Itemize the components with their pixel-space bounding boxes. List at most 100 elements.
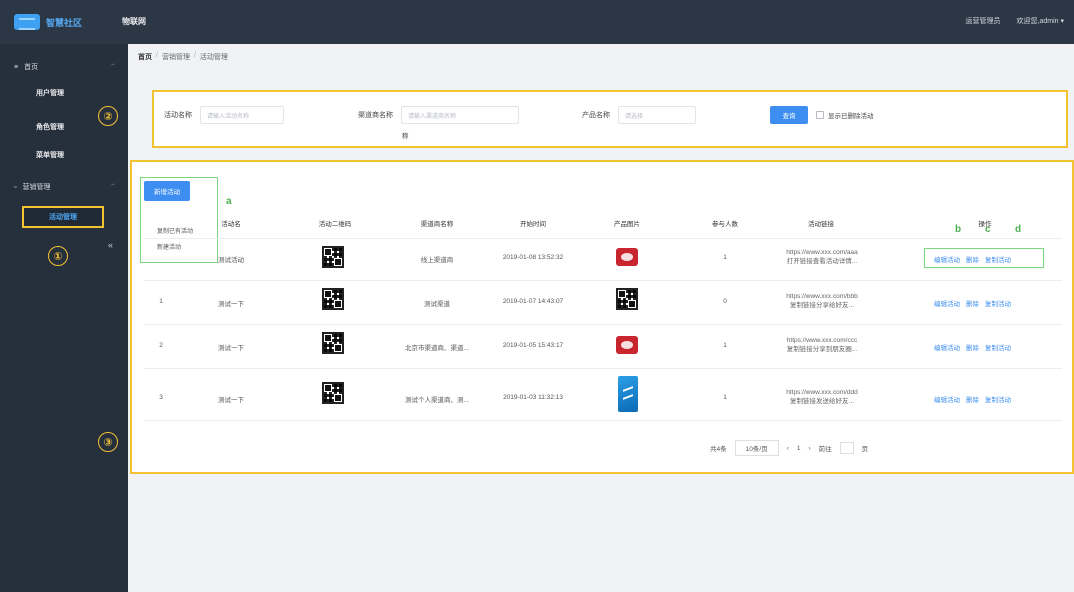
annotation-a: a xyxy=(226,196,232,207)
qr-code-image[interactable] xyxy=(322,332,344,354)
link-url[interactable]: https://www.xxx.com/bbb xyxy=(772,292,872,301)
collapse-sidebar-icon[interactable]: « xyxy=(108,240,113,250)
channel-name-field: 渠道商名称 请输入渠道商名称 xyxy=(358,106,519,124)
sidebar-group-marketing[interactable]: ▫ 营销管理 ˆ xyxy=(14,182,114,192)
module-title: 物联网 xyxy=(122,17,146,26)
link-url[interactable]: https://www.xxx.com/ddd xyxy=(772,388,872,397)
user-menu[interactable]: 欢迎您,admin ▾ xyxy=(1017,16,1064,26)
cell-link[interactable]: https://www.xxx.com/bbb 复制链接分享给好友... xyxy=(772,292,872,310)
breadcrumb: 首页 / 营销管理 / 活动管理 xyxy=(138,52,228,62)
link-url[interactable]: https://www.xxx.com/aaa xyxy=(772,248,872,257)
field-label: 活动名称 xyxy=(164,112,192,119)
next-page-button[interactable]: › xyxy=(808,445,810,452)
column-header-link: 活动链接 xyxy=(808,221,834,228)
sidebar-group-label: 营销管理 xyxy=(22,184,51,191)
link-desc: 复制链接分享给好友... xyxy=(790,302,854,309)
edit-activity-link[interactable]: 编辑活动 xyxy=(934,394,960,404)
copy-activity-link[interactable]: 复制活动 xyxy=(985,298,1011,308)
sidebar-item-users[interactable]: 用户管理 xyxy=(36,88,64,98)
show-deleted-toggle[interactable]: 显示已删除活动 xyxy=(816,110,874,120)
grid-icon: ▫ xyxy=(14,183,17,191)
qr-code-image[interactable] xyxy=(322,288,344,310)
copy-activity-link[interactable]: 复制活动 xyxy=(985,342,1011,352)
cell-link[interactable]: https://www.xxx.com/aaa 打开链接查看活动详情... xyxy=(772,248,872,266)
cell-link[interactable]: https://www.xxx.com/ccc 复制链接分享到朋友圈... xyxy=(772,336,872,354)
edit-activity-link[interactable]: 编辑活动 xyxy=(934,298,960,308)
breadcrumb-home[interactable]: 首页 xyxy=(138,52,152,62)
cell-link[interactable]: https://www.xxx.com/ddd 复制链接发送给好友... xyxy=(772,388,872,406)
product-select[interactable]: 请选择 xyxy=(618,106,696,124)
row-divider xyxy=(144,420,1062,421)
row-actions: 编辑活动 删除 复制活动 xyxy=(934,394,1011,404)
sidebar-item-activity[interactable]: 活动管理 xyxy=(22,206,104,228)
cell-start-time: 2019-01-07 14:43:07 xyxy=(502,298,564,305)
page-number[interactable]: 1 xyxy=(797,445,801,452)
goto-label: 前往 xyxy=(818,446,832,453)
activity-name-input[interactable]: 请输入活动名称 xyxy=(200,106,284,124)
brand-name: 智慧社区 xyxy=(46,17,83,28)
qr-code-image[interactable] xyxy=(322,246,344,268)
total-count: 共4条 xyxy=(710,446,727,453)
product-image xyxy=(616,248,638,266)
checkbox-label: 显示已删除活动 xyxy=(828,113,874,120)
activity-name-field: 活动名称 请输入活动名称 xyxy=(164,106,284,124)
goto-suffix: 页 xyxy=(861,446,869,453)
chevron-up-icon: ˆ xyxy=(111,62,114,72)
delete-link[interactable]: 删除 xyxy=(966,342,979,352)
table-panel: 复制已有活动 新建活动 新增活动 a b c d 活动名 活动二维码 渠道商名称… xyxy=(130,160,1074,474)
column-header-actions: 操作 xyxy=(978,221,992,228)
sidebar-group-label: 首页 xyxy=(24,64,39,71)
brand-logo[interactable]: 智慧社区 xyxy=(14,10,134,34)
sidebar-item-roles[interactable]: 角色管理 xyxy=(36,122,64,132)
goto-page-input[interactable] xyxy=(839,442,854,454)
copy-activity-link[interactable]: 复制活动 xyxy=(985,394,1011,404)
sidebar-item-menus[interactable]: 菜单管理 xyxy=(36,150,64,160)
cell-channel: 测试个人渠道商、测... xyxy=(405,397,469,404)
row-divider xyxy=(144,324,1062,325)
sidebar-group-home[interactable]: ≡ 首页 ˆ xyxy=(14,62,114,72)
cell-activity-name: 测试一下 xyxy=(218,397,244,404)
cell-start-time: 2019-01-08 13:52:32 xyxy=(502,254,564,261)
copy-activity-link[interactable]: 复制活动 xyxy=(985,254,1011,264)
cell-participants: 1 xyxy=(723,254,727,261)
dropdown-item-new[interactable]: 新建活动 xyxy=(157,242,181,251)
callout-3: ③ xyxy=(98,432,118,452)
row-actions: 编辑活动 删除 复制活动 xyxy=(934,254,1011,264)
top-header: 智慧社区 物联网 运营管理员 欢迎您,admin ▾ xyxy=(0,0,1074,44)
page-size-select[interactable]: 10条/页 xyxy=(734,440,779,456)
qr-code-image[interactable] xyxy=(322,382,344,404)
column-header-qr: 活动二维码 xyxy=(318,221,352,228)
search-button[interactable]: 查询 xyxy=(770,106,808,124)
edit-activity-link[interactable]: 编辑活动 xyxy=(934,342,960,352)
cell-channel: 测试渠道 xyxy=(424,301,450,308)
breadcrumb-current: 活动管理 xyxy=(199,54,228,61)
checkbox[interactable] xyxy=(816,111,824,119)
callout-1: ① xyxy=(48,246,68,266)
cell-participants: 0 xyxy=(723,298,727,305)
user-role[interactable]: 运营管理员 xyxy=(966,16,1001,26)
column-header-channel: 渠道商名称 xyxy=(420,221,454,228)
column-header-image: 产品图片 xyxy=(614,221,640,228)
delete-link[interactable]: 删除 xyxy=(966,298,979,308)
column-header-time: 开始时间 xyxy=(520,221,546,228)
row-divider xyxy=(144,368,1062,369)
logo-icon xyxy=(14,14,40,30)
prev-page-button[interactable]: ‹ xyxy=(787,445,789,452)
pagination: 共4条 10条/页 ‹ 1 › 前往 页 xyxy=(710,440,868,456)
breadcrumb-item[interactable]: 营销管理 xyxy=(162,52,190,62)
cell-start-time: 2019-01-03 11:32:13 xyxy=(503,394,563,401)
delete-link[interactable]: 删除 xyxy=(966,254,979,264)
user-area: 运营管理员 欢迎您,admin ▾ xyxy=(966,16,1064,26)
cell-activity-name: 测试活动 xyxy=(218,257,244,264)
product-image xyxy=(616,336,638,354)
channel-name-input[interactable]: 请输入渠道商名称 xyxy=(401,106,519,124)
callout-2: ② xyxy=(98,106,118,126)
delete-link[interactable]: 删除 xyxy=(966,394,979,404)
edit-activity-link[interactable]: 编辑活动 xyxy=(934,254,960,264)
product-name-field: 产品名称 请选择 xyxy=(582,106,696,124)
link-url[interactable]: https://www.xxx.com/ccc xyxy=(772,336,872,345)
cell-participants: 1 xyxy=(723,342,727,349)
new-activity-button[interactable]: 新增活动 xyxy=(144,181,190,201)
chevron-up-icon: ˆ xyxy=(111,182,114,192)
row-divider xyxy=(144,238,1062,239)
